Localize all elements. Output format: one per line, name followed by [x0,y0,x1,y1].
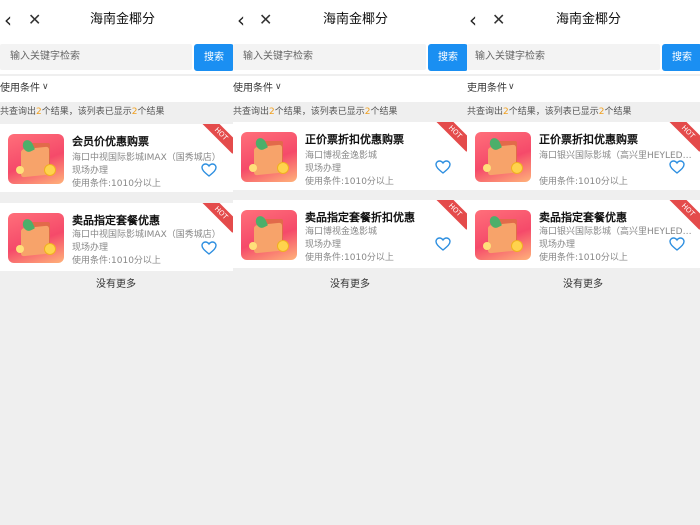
nav-header: ‹ ✕ 海南金椰分 [233,0,467,40]
offer-title: 会员价优惠购票 [72,135,149,148]
screen-panel-1: ‹ ✕ 海南金椰分 输入关键字检索 搜索 使用条件 ∨ 共查询出2个结果，该列表… [0,0,233,525]
chevron-left-icon[interactable]: ‹ [4,10,22,30]
heart-icon[interactable] [435,237,451,251]
offer-thumbnail-image [241,210,297,260]
offer-title: 卖品指定套餐折扣优惠 [305,211,415,224]
offer-venue: 海口博视金逸影城 [305,151,378,161]
no-more-text: 没有更多 [330,279,370,290]
no-more-text: 没有更多 [96,279,136,290]
screen-panel-2: ‹ ✕ 海南金椰分 输入关键字检索 搜索 使用条件 ∨ 共查询出2个结果，该列表… [233,0,467,525]
chevron-left-icon[interactable]: ‹ [469,10,487,30]
result-count-text: 共查询出2个结果，该列表已显示2个结果 [0,107,165,117]
offer-condition: 使用条件:1010分以上 [305,253,394,263]
offer-card[interactable]: 正价票折扣优惠购票 海口银兴国际影城（高兴里HEYLED… 使用条件:1010分… [467,122,700,190]
offer-venue: 海口中视国际影城IMAX（国秀城店） [72,153,221,163]
offer-thumbnail-image [475,210,531,260]
screen-panel-3: ‹ ✕ 海南金椰分 输入关键字检索 搜索 吏用条件 ∨ 共查询出2个结果，该列表… [467,0,700,525]
hot-badge: HOT [435,200,467,230]
offer-condition: 使用条件:1010分以上 [305,177,394,187]
search-placeholder: 输入关键字检索 [475,51,545,62]
close-icon[interactable]: ✕ [492,10,508,30]
offer-condition: 使用条件:1010分以上 [72,179,161,189]
result-summary: 共查询出2个结果，该列表已显示2个结果 [233,102,467,122]
heart-icon[interactable] [435,160,451,174]
filter-condition-dropdown[interactable]: 吏用条件 [467,82,507,96]
heart-icon[interactable] [669,237,685,251]
offer-method: 现场办理 [305,164,342,174]
page-title: 海南金椰分 [90,12,156,27]
search-placeholder: 输入关键字检索 [243,51,313,62]
result-count-text: 共查询出2个结果，该列表已显示2个结果 [233,107,398,117]
search-input[interactable]: 输入关键字检索 [467,44,660,70]
search-input[interactable]: 输入关键字检索 [233,44,426,70]
chevron-left-icon[interactable]: ‹ [237,10,255,30]
offer-title: 卖品指定套餐优惠 [72,214,160,227]
search-bar: 输入关键字检索 搜索 [467,40,700,74]
offer-thumbnail-image [475,132,531,182]
filter-condition-dropdown[interactable]: 使用条件 [233,82,273,96]
offer-method: 现场办理 [305,240,342,250]
heart-icon[interactable] [669,160,685,174]
offer-thumbnail-image [241,132,297,182]
offer-thumbnail-image [8,134,64,184]
offer-venue: 海口中视国际影城IMAX（国秀城店） [72,230,221,240]
page-title: 海南金椰分 [556,12,622,27]
close-icon[interactable]: ✕ [28,10,44,30]
filter-bar: 吏用条件 ∨ [467,76,700,102]
offer-title: 卖品指定套餐优惠 [539,211,627,224]
search-button[interactable]: 搜索 [194,44,233,71]
hot-badge: HOT [435,122,467,152]
hot-badge: HOT [668,122,700,152]
offer-method: 现场办理 [539,240,576,250]
no-more-text: 没有更多 [563,279,603,290]
offer-card[interactable]: 卖品指定套餐优惠 海口银兴国际影城（高兴里HEYLED… 现场办理 使用条件:1… [467,200,700,268]
filter-condition-dropdown[interactable]: 使用条件 [0,82,40,96]
offer-card[interactable]: 卖品指定套餐优惠 海口中视国际影城IMAX（国秀城店） 现场办理 使用条件:10… [0,203,233,271]
search-button[interactable]: 搜索 [662,44,700,71]
chevron-down-icon[interactable]: ∨ [508,82,518,92]
offer-condition: 使用条件:1010分以上 [72,256,161,266]
offer-method: 现场办理 [72,243,109,253]
offer-condition: 使用条件:1010分以上 [539,253,628,263]
nav-header: ‹ ✕ 海南金椰分 [0,0,233,40]
offer-condition: 使用条件:1010分以上 [539,177,628,187]
filter-bar: 使用条件 ∨ [0,76,233,102]
offer-method: 现场办理 [72,166,109,176]
result-summary: 共查询出2个结果，该列表已显示2个结果 [0,102,233,122]
result-count-text: 共查询出2个结果，该列表已显示2个结果 [467,107,632,117]
nav-header: ‹ ✕ 海南金椰分 [467,0,700,40]
heart-icon[interactable] [201,163,217,177]
chevron-down-icon[interactable]: ∨ [42,82,52,92]
offer-title: 正价票折扣优惠购票 [539,133,638,146]
result-summary: 共查询出2个结果，该列表已显示2个结果 [467,102,700,122]
offer-venue: 海口博视金逸影城 [305,227,378,237]
search-button[interactable]: 搜索 [428,44,467,71]
search-placeholder: 输入关键字检索 [10,51,80,62]
search-bar: 输入关键字检索 搜索 [0,40,233,74]
offer-thumbnail-image [8,213,64,263]
offer-card[interactable]: 会员价优惠购票 海口中视国际影城IMAX（国秀城店） 现场办理 使用条件:101… [0,124,233,192]
search-bar: 输入关键字检索 搜索 [233,40,467,74]
close-icon[interactable]: ✕ [259,10,275,30]
filter-bar: 使用条件 ∨ [233,76,467,102]
hot-badge: HOT [201,124,233,154]
chevron-down-icon[interactable]: ∨ [275,82,285,92]
offer-card[interactable]: 正价票折扣优惠购票 海口博视金逸影城 现场办理 使用条件:1010分以上 HOT [233,122,467,190]
offer-card[interactable]: 卖品指定套餐折扣优惠 海口博视金逸影城 现场办理 使用条件:1010分以上 HO… [233,200,467,268]
page-title: 海南金椰分 [323,12,389,27]
offer-title: 正价票折扣优惠购票 [305,133,404,146]
heart-icon[interactable] [201,241,217,255]
search-input[interactable]: 输入关键字检索 [0,44,192,70]
